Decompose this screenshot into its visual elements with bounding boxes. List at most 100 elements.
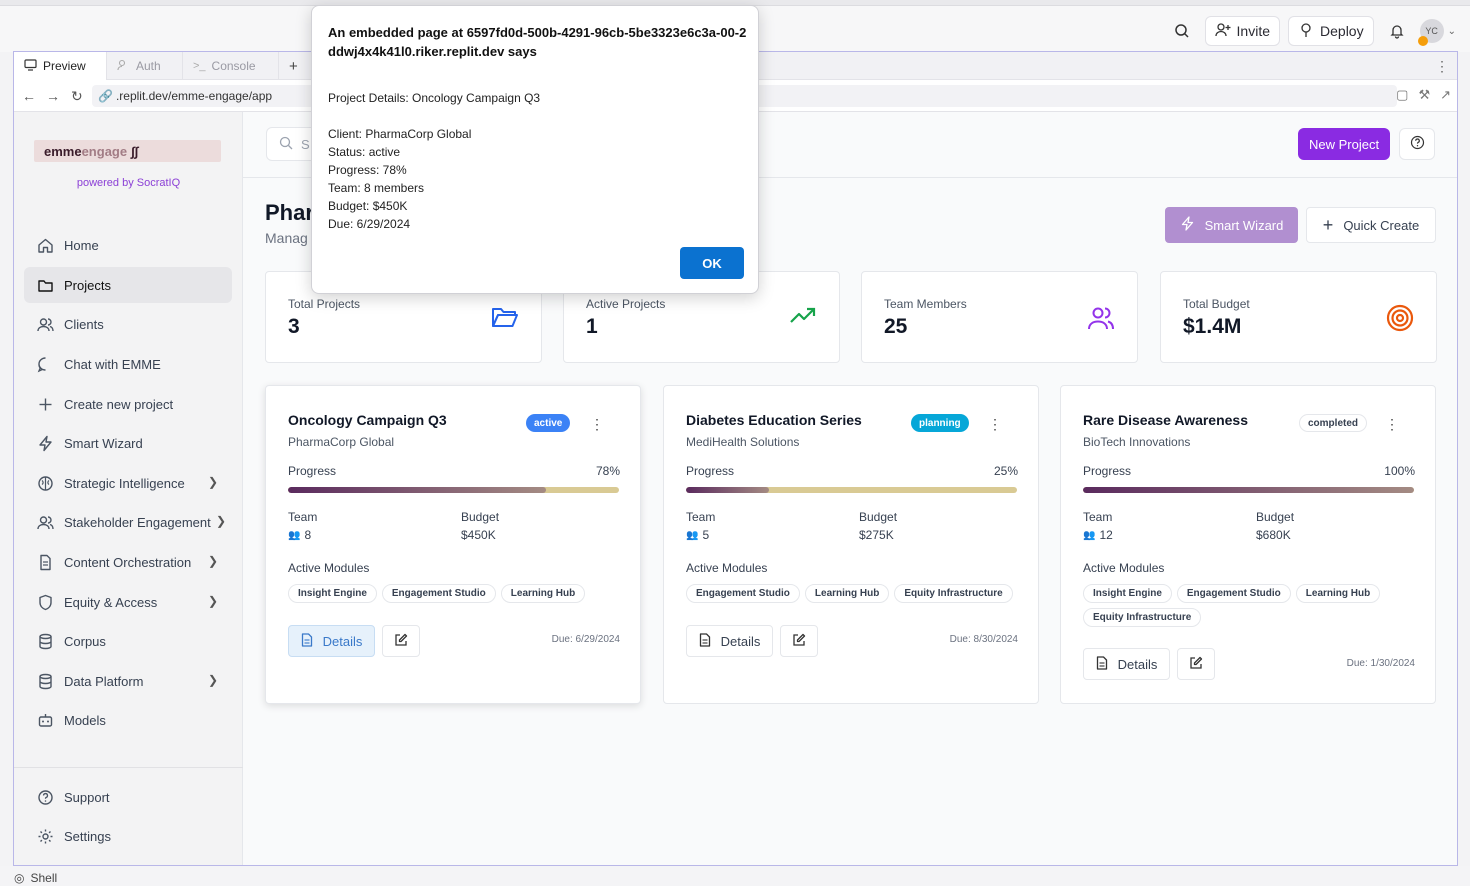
sidebar-item-clients[interactable]: Clients: [24, 306, 232, 342]
smart-wizard-button[interactable]: Smart Wizard: [1165, 207, 1298, 243]
ok-button[interactable]: OK: [680, 247, 744, 279]
due-date: Due: 6/29/2024: [551, 634, 620, 645]
reload-icon[interactable]: ↻: [71, 88, 83, 105]
more-vertical-icon[interactable]: ⋮: [1385, 416, 1399, 433]
team-count: 12: [1099, 528, 1113, 542]
plus-icon: [36, 395, 54, 413]
alert-message: Project Details: Oncology Campaign Q3 Cl…: [328, 89, 540, 233]
details-button[interactable]: Details: [686, 625, 773, 657]
devices-icon[interactable]: ▢: [1396, 87, 1408, 103]
sidebar-item-content-orchestration[interactable]: Content Orchestration ❯: [24, 544, 232, 580]
details-button[interactable]: Details: [288, 625, 375, 657]
avatar: YC: [1417, 19, 1444, 46]
project-title[interactable]: Rare Disease Awareness: [1083, 412, 1248, 428]
bell-icon[interactable]: [1382, 16, 1412, 46]
details-button[interactable]: Details: [1083, 648, 1170, 680]
add-tab-button[interactable]: +: [279, 52, 305, 80]
sidebar: emme engage ∫∫ powered by SocratIQ Home P…: [14, 112, 243, 865]
sidebar-item-strategic-intelligence[interactable]: Strategic Intelligence ❯: [24, 465, 232, 501]
edit-button[interactable]: [780, 625, 818, 657]
sidebar-item-label: Data Platform: [64, 673, 144, 689]
module-chips: Engagement Studio Learning Hub Equity In…: [686, 584, 1021, 603]
deploy-icon: [1298, 22, 1314, 41]
project-title[interactable]: Diabetes Education Series: [686, 412, 862, 428]
tab-label: Shell: [30, 871, 58, 885]
sidebar-item-corpus[interactable]: Corpus: [24, 623, 232, 659]
more-vertical-icon[interactable]: ⋮: [988, 416, 1002, 433]
sidebar-item-models[interactable]: Models: [24, 702, 232, 738]
alert-dialog: An embedded page at 6597fd0d-500b-4291-9…: [311, 5, 759, 294]
alert-line: Project Details: Oncology Campaign Q3: [328, 91, 541, 105]
page-subtitle: Manag: [265, 230, 308, 246]
progress-label: Progress: [1083, 464, 1132, 478]
quick-create-button[interactable]: + Quick Create: [1306, 207, 1436, 243]
edit-button[interactable]: [382, 625, 420, 657]
tab-shell[interactable]: ◎ Shell: [14, 871, 57, 885]
module-chip: Engagement Studio: [686, 584, 800, 603]
project-title[interactable]: Oncology Campaign Q3: [288, 412, 447, 428]
sidebar-item-smart-wizard[interactable]: Smart Wizard: [24, 425, 232, 461]
project-client: PharmaCorp Global: [288, 435, 395, 449]
sidebar-item-label: Equity & Access: [64, 594, 158, 610]
team-label: Team: [686, 510, 716, 524]
sidebar-item-projects[interactable]: Projects: [24, 267, 232, 303]
status-badge: completed: [1299, 414, 1368, 432]
invite-button[interactable]: Invite: [1204, 16, 1281, 46]
document-icon: [301, 632, 313, 650]
sidebar-item-label: Home: [64, 237, 99, 253]
sidebar-item-settings[interactable]: Settings: [24, 818, 232, 854]
sidebar-item-create-project[interactable]: Create new project: [24, 386, 232, 422]
sidebar-item-chat[interactable]: Chat with EMME: [24, 346, 232, 382]
module-chip: Insight Engine: [288, 584, 377, 603]
terminal-icon: >_: [193, 60, 206, 72]
smart-wizard-label: Smart Wizard: [1204, 217, 1284, 233]
top-actions: Invite Deploy YC ⌄: [1167, 16, 1456, 46]
plus-icon: +: [1322, 214, 1334, 235]
team-value: 👥 8: [288, 528, 311, 542]
users-icon: [1087, 304, 1115, 335]
quick-create-label: Quick Create: [1343, 217, 1420, 233]
users-icon: 👥: [1083, 529, 1096, 541]
logo-text-primary: emme: [44, 143, 82, 159]
new-project-button[interactable]: New Project: [1298, 128, 1391, 160]
sidebar-item-label: Strategic Intelligence: [64, 475, 185, 491]
tab-auth[interactable]: Auth: [107, 52, 183, 80]
sidebar-item-support[interactable]: Support: [24, 779, 232, 815]
sidebar-item-home[interactable]: Home: [24, 227, 232, 263]
edit-icon: [394, 633, 408, 650]
sidebar-item-label: Clients: [64, 316, 104, 332]
sidebar-item-stakeholder-engagement[interactable]: Stakeholder Engagement ❯: [24, 504, 232, 540]
alert-line: Budget: $450K: [328, 199, 408, 213]
shell-icon: ◎: [14, 871, 25, 885]
edit-button[interactable]: [1177, 648, 1215, 680]
wrench-icon[interactable]: ⚒: [1418, 87, 1430, 103]
alert-spacer: [328, 107, 540, 125]
sidebar-item-label: Models: [64, 712, 106, 728]
search-icon[interactable]: [1167, 16, 1197, 46]
back-arrow-icon[interactable]: ←: [22, 88, 36, 104]
sidebar-item-equity-access[interactable]: Equity & Access ❯: [24, 584, 232, 620]
sidebar-item-data-platform[interactable]: Data Platform ❯: [24, 663, 232, 699]
tab-preview[interactable]: Preview: [14, 52, 107, 80]
more-vertical-icon[interactable]: ⋮: [590, 416, 604, 433]
module-chips: Insight Engine Engagement Studio Learnin…: [288, 584, 623, 603]
forward-arrow-icon[interactable]: →: [46, 88, 60, 104]
tab-console[interactable]: >_ Console: [183, 52, 279, 80]
progress-bar: [686, 487, 1017, 493]
help-button[interactable]: [1399, 128, 1435, 160]
deploy-button[interactable]: Deploy: [1288, 16, 1374, 46]
project-client: BioTech Innovations: [1083, 435, 1191, 449]
module-chip: Learning Hub: [804, 584, 890, 603]
team-value: 👥 12: [1083, 528, 1113, 542]
more-vertical-icon[interactable]: ⋮: [1435, 58, 1449, 75]
budget-label: Budget: [1256, 510, 1295, 524]
search-icon: [279, 136, 293, 153]
account-menu[interactable]: YC ⌄: [1417, 19, 1456, 46]
chevron-right-icon: ❯: [207, 673, 218, 687]
external-link-icon[interactable]: ↗: [1440, 87, 1451, 103]
stat-label: Active Projects: [586, 297, 666, 311]
database-icon: [36, 632, 54, 650]
due-date: Due: 1/30/2024: [1346, 658, 1415, 669]
logo[interactable]: emme engage ∫∫: [34, 140, 221, 162]
progress-value: 25%: [993, 464, 1018, 478]
